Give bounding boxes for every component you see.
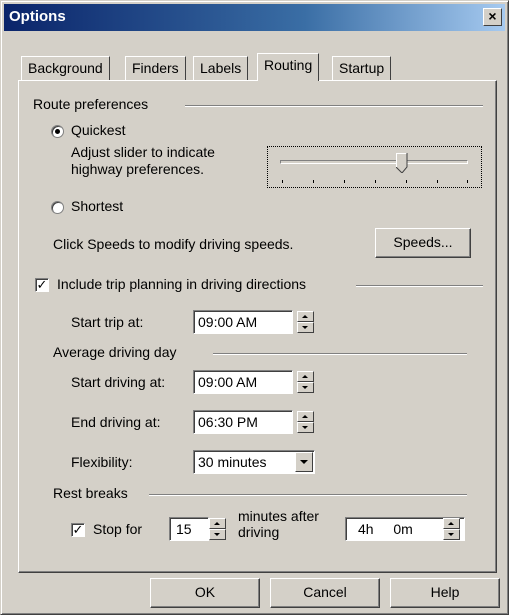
- cancel-button[interactable]: Cancel: [270, 578, 380, 608]
- slider-tick: [375, 180, 376, 183]
- spin-down-icon[interactable]: [209, 529, 226, 540]
- quickest-label[interactable]: Quickest: [71, 122, 125, 138]
- minutes-after-line2: driving: [238, 524, 280, 540]
- start-driving-label: Start driving at:: [71, 374, 166, 390]
- tab-startup[interactable]: Startup: [332, 56, 392, 80]
- end-driving-spinner[interactable]: [297, 411, 314, 433]
- options-dialog: Options × Background Finders Labels Rout…: [0, 0, 509, 615]
- close-button[interactable]: ×: [483, 8, 502, 26]
- rest-breaks-label: Rest breaks: [53, 485, 128, 501]
- stop-minutes-value: 15: [176, 521, 192, 537]
- slider-hint-line1: Adjust slider to indicate: [71, 144, 215, 160]
- spin-up-icon[interactable]: [297, 411, 314, 422]
- end-driving-time-value: 06:30 PM: [198, 414, 258, 430]
- quickest-radio[interactable]: [51, 125, 64, 138]
- tab-background[interactable]: Background: [21, 56, 110, 80]
- trip-planning-divider: [356, 285, 483, 287]
- spin-down-icon[interactable]: [297, 382, 314, 393]
- spin-up-icon[interactable]: [297, 371, 314, 382]
- start-trip-label: Start trip at:: [71, 314, 144, 330]
- slider-hint-line2: highway preferences.: [71, 161, 205, 177]
- spin-down-icon[interactable]: [297, 422, 314, 433]
- highway-preference-slider[interactable]: [267, 146, 482, 188]
- rest-breaks-divider: [149, 494, 467, 496]
- start-driving-spinner[interactable]: [297, 371, 314, 393]
- title-bar[interactable]: Options ×: [4, 4, 505, 31]
- shortest-label[interactable]: Shortest: [71, 198, 123, 214]
- start-trip-time-field[interactable]: 09:00 AM: [193, 310, 293, 334]
- help-button[interactable]: Help: [390, 578, 500, 608]
- spin-up-icon[interactable]: [443, 518, 460, 529]
- route-preferences-divider: [185, 105, 483, 107]
- trip-planning-checkbox[interactable]: ✓: [35, 278, 49, 292]
- slider-tick: [406, 180, 407, 183]
- interval-hours: 4h: [358, 521, 374, 537]
- minutes-after-line1: minutes after: [238, 508, 319, 524]
- flexibility-dropdown[interactable]: 30 minutes: [193, 450, 315, 474]
- shortest-radio[interactable]: [51, 201, 64, 214]
- tab-labels[interactable]: Labels: [193, 56, 249, 80]
- trip-planning-label[interactable]: Include trip planning in driving directi…: [57, 276, 306, 292]
- stop-minutes-field[interactable]: 15: [169, 517, 209, 541]
- tab-routing[interactable]: Routing: [257, 53, 320, 81]
- speeds-button[interactable]: Speeds...: [375, 228, 471, 258]
- spin-down-icon[interactable]: [443, 529, 460, 540]
- stop-minutes-spinner[interactable]: [209, 518, 226, 540]
- slider-tick: [467, 180, 468, 183]
- slider-track: [280, 160, 468, 164]
- interval-minutes: 0m: [393, 521, 413, 537]
- driving-day-divider: [213, 353, 467, 355]
- stop-for-checkbox[interactable]: ✓: [71, 523, 85, 537]
- flexibility-label: Flexibility:: [71, 454, 133, 470]
- slider-tick: [344, 180, 345, 183]
- end-driving-label: End driving at:: [71, 414, 161, 430]
- spin-down-icon[interactable]: [297, 322, 314, 333]
- start-trip-time-value: 09:00 AM: [198, 314, 258, 330]
- ok-button[interactable]: OK: [150, 578, 260, 608]
- start-driving-time-value: 09:00 AM: [198, 374, 258, 390]
- slider-tick: [313, 180, 314, 183]
- slider-tick: [437, 180, 438, 183]
- spin-up-icon[interactable]: [209, 518, 226, 529]
- start-trip-spinner[interactable]: [297, 311, 314, 333]
- tab-finders[interactable]: Finders: [125, 56, 186, 80]
- flexibility-value: 30 minutes: [198, 454, 267, 470]
- slider-tick: [282, 180, 283, 183]
- stop-for-label[interactable]: Stop for: [93, 521, 142, 537]
- window-title: Options: [9, 8, 66, 25]
- driving-interval-spinner[interactable]: [443, 518, 460, 540]
- slider-thumb[interactable]: [396, 153, 408, 173]
- end-driving-time-field[interactable]: 06:30 PM: [193, 410, 293, 434]
- radio-selected-dot: [55, 129, 60, 134]
- driving-day-label: Average driving day: [53, 344, 177, 360]
- route-preferences-label: Route preferences: [33, 96, 149, 112]
- start-driving-time-field[interactable]: 09:00 AM: [193, 370, 293, 394]
- chevron-down-icon[interactable]: [295, 452, 313, 472]
- spin-up-icon[interactable]: [297, 311, 314, 322]
- speeds-hint: Click Speeds to modify driving speeds.: [53, 236, 294, 252]
- routing-panel: Route preferences Quickest Adjust slider…: [18, 80, 497, 573]
